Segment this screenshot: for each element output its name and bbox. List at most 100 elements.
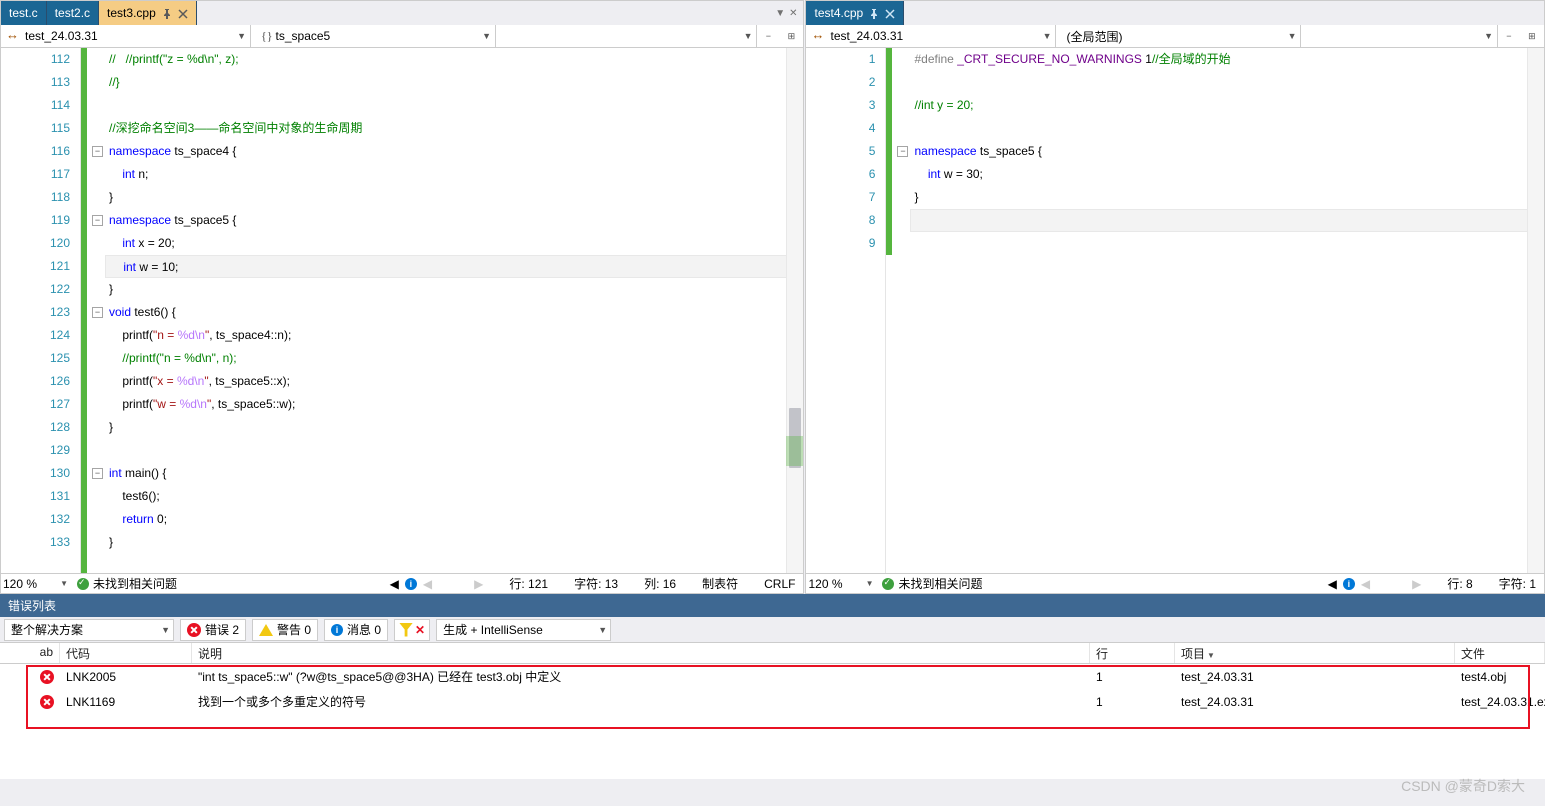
tab-label: test4.cpp (814, 6, 863, 20)
fold-column: − − − − (91, 48, 105, 573)
build-filter-dropdown[interactable]: 生成 + IntelliSense ▼ (436, 619, 611, 641)
check-icon (77, 578, 89, 590)
member-dropdown[interactable]: ▼ (496, 25, 757, 47)
error-icon (40, 670, 54, 684)
info-icon: i (331, 624, 343, 636)
warnings-filter-button[interactable]: 警告 0 (252, 619, 318, 641)
warning-icon (259, 624, 273, 636)
scope-dropdown[interactable]: (全局范围) ▼ (1056, 25, 1301, 47)
col-proj[interactable]: 项目▼ (1175, 643, 1455, 663)
nav-prev-icon[interactable]: ◀ (1361, 577, 1370, 591)
chevron-down-icon: ▼ (161, 625, 170, 635)
chevron-down-icon: ▼ (1484, 31, 1493, 41)
scope-dropdown[interactable]: {} ts_space5▼ (251, 25, 496, 47)
editor-pane-left: test.c test2.c test3.cpp ▼✕ test_24.03.3… (0, 0, 804, 594)
char-indicator: 字符: 1 (1499, 575, 1536, 592)
scrollbar-vertical[interactable] (786, 48, 803, 573)
fold-toggle[interactable]: − (92, 468, 103, 479)
col-desc[interactable]: 说明 (192, 643, 1090, 663)
nav-split-icon[interactable]: ⊞ (788, 31, 796, 42)
chevron-down-icon: ▼ (1288, 31, 1297, 41)
change-bar (81, 48, 91, 573)
code-lines[interactable]: #define _CRT_SECURE_NO_WARNINGS 1//全局域的开… (910, 48, 1544, 573)
chevron-down-icon[interactable]: ▼ (775, 8, 785, 19)
project-dropdown[interactable]: test_24.03.31 ▼ (806, 25, 1056, 47)
pin-icon[interactable] (162, 8, 172, 18)
project-icon (812, 29, 826, 43)
chevron-down-icon: ▼ (1043, 31, 1052, 41)
messages-filter-button[interactable]: i消息 0 (324, 619, 388, 641)
nav-minus-icon[interactable]: − (1506, 31, 1511, 41)
watermark: CSDN @蒙奇D索大 (1401, 776, 1525, 796)
nav-bar-left: test_24.03.31▼ {} ts_space5▼ ▼ −⊞ (1, 25, 803, 48)
code-editor-left[interactable]: 1121131141151161171181191201211221231241… (1, 48, 803, 573)
error-list-title-text: 错误列表 (8, 597, 56, 614)
col-code[interactable]: 代码 (60, 643, 192, 663)
errors-filter-button[interactable]: 错误 2 (180, 619, 246, 641)
warnings-count: 警告 0 (277, 621, 311, 638)
project-dropdown[interactable]: test_24.03.31▼ (1, 25, 251, 47)
fold-toggle[interactable]: − (92, 146, 103, 157)
change-bar (886, 48, 896, 255)
sort-icon: ▼ (1207, 651, 1215, 660)
nav-back-icon[interactable]: ◀ (1328, 577, 1337, 591)
issues-text: 未找到相关问题 (898, 575, 982, 592)
check-icon (882, 578, 894, 590)
tab-test3-cpp[interactable]: test3.cpp (99, 1, 197, 25)
chevron-down-icon: ▼ (237, 31, 246, 41)
zoom-value: 120 % (3, 577, 37, 591)
chevron-down-icon: ▼ (866, 579, 874, 588)
col-line[interactable]: 行 (1090, 643, 1175, 663)
scope-filter-dropdown[interactable]: 整个解决方案 ▼ (4, 619, 174, 641)
clear-filter-button[interactable]: ✕ (394, 619, 430, 641)
scope-name: ts_space5 (276, 29, 331, 43)
close-pane-icon[interactable]: ✕ (789, 8, 797, 19)
scope-name: (全局范围) (1066, 28, 1122, 45)
zoom-value: 120 % (808, 577, 842, 591)
fold-column: − (896, 48, 910, 573)
project-name: test_24.03.31 (830, 29, 903, 43)
issues-text: 未找到相关问题 (93, 575, 177, 592)
x-icon: ✕ (415, 623, 425, 637)
nav-back-icon[interactable]: ◀ (390, 577, 399, 591)
issues-indicator[interactable]: 未找到相关问题 (882, 575, 982, 592)
pin-icon[interactable] (869, 8, 879, 18)
nav-next-icon[interactable]: ▶ (1412, 577, 1421, 591)
member-dropdown[interactable]: ▼ (1301, 25, 1498, 47)
zoom-dropdown[interactable]: 120 % ▼ (806, 577, 876, 591)
build-filter-text: 生成 + IntelliSense (443, 621, 543, 638)
tab-test4-cpp[interactable]: test4.cpp (806, 1, 904, 25)
code-lines[interactable]: // //printf("z = %d\n", z); //} //深挖命名空间… (105, 48, 803, 573)
status-bar-right: 120 %▼ 未找到相关问题 ◀ i ◀ ▶ 行: 8 字符: 1 (806, 573, 1544, 593)
nav-minus-icon[interactable]: − (766, 31, 771, 41)
line-gutter: 123456789 (806, 48, 886, 573)
col-file[interactable]: 文件 (1455, 643, 1545, 663)
tabs-right: test4.cpp (806, 1, 1544, 25)
close-icon[interactable] (885, 8, 895, 18)
nav-next-icon[interactable]: ▶ (474, 577, 483, 591)
close-icon[interactable] (178, 8, 188, 18)
code-editor-right[interactable]: 123456789 − #define _CRT_SECURE_NO_WARNI… (806, 48, 1544, 573)
eol-indicator: CRLF (764, 577, 795, 591)
tab-test-c[interactable]: test.c (1, 1, 47, 25)
chevron-down-icon: ▼ (744, 31, 753, 41)
col-icon[interactable]: ab (0, 643, 60, 663)
scope-filter-text: 整个解决方案 (11, 621, 83, 638)
char-indicator: 字符: 13 (574, 575, 618, 592)
issues-indicator[interactable]: 未找到相关问题 (77, 575, 177, 592)
tab-overflow[interactable]: ▼✕ (773, 1, 803, 25)
tab-test2-c[interactable]: test2.c (47, 1, 99, 25)
chevron-down-icon: ▼ (598, 625, 607, 635)
tabs-left: test.c test2.c test3.cpp ▼✕ (1, 1, 803, 25)
nav-prev-icon[interactable]: ◀ (423, 577, 432, 591)
fold-toggle[interactable]: − (897, 146, 908, 157)
fold-toggle[interactable]: − (92, 307, 103, 318)
nav-split-icon[interactable]: ⊞ (1528, 31, 1536, 42)
col-indicator: 列: 16 (644, 575, 676, 592)
chevron-down-icon: ▼ (482, 31, 491, 41)
scrollbar-vertical[interactable] (1527, 48, 1544, 573)
info-icon: i (1343, 578, 1355, 590)
fold-toggle[interactable]: − (92, 215, 103, 226)
zoom-dropdown[interactable]: 120 %▼ (1, 577, 71, 591)
tab-label: test.c (9, 6, 38, 20)
